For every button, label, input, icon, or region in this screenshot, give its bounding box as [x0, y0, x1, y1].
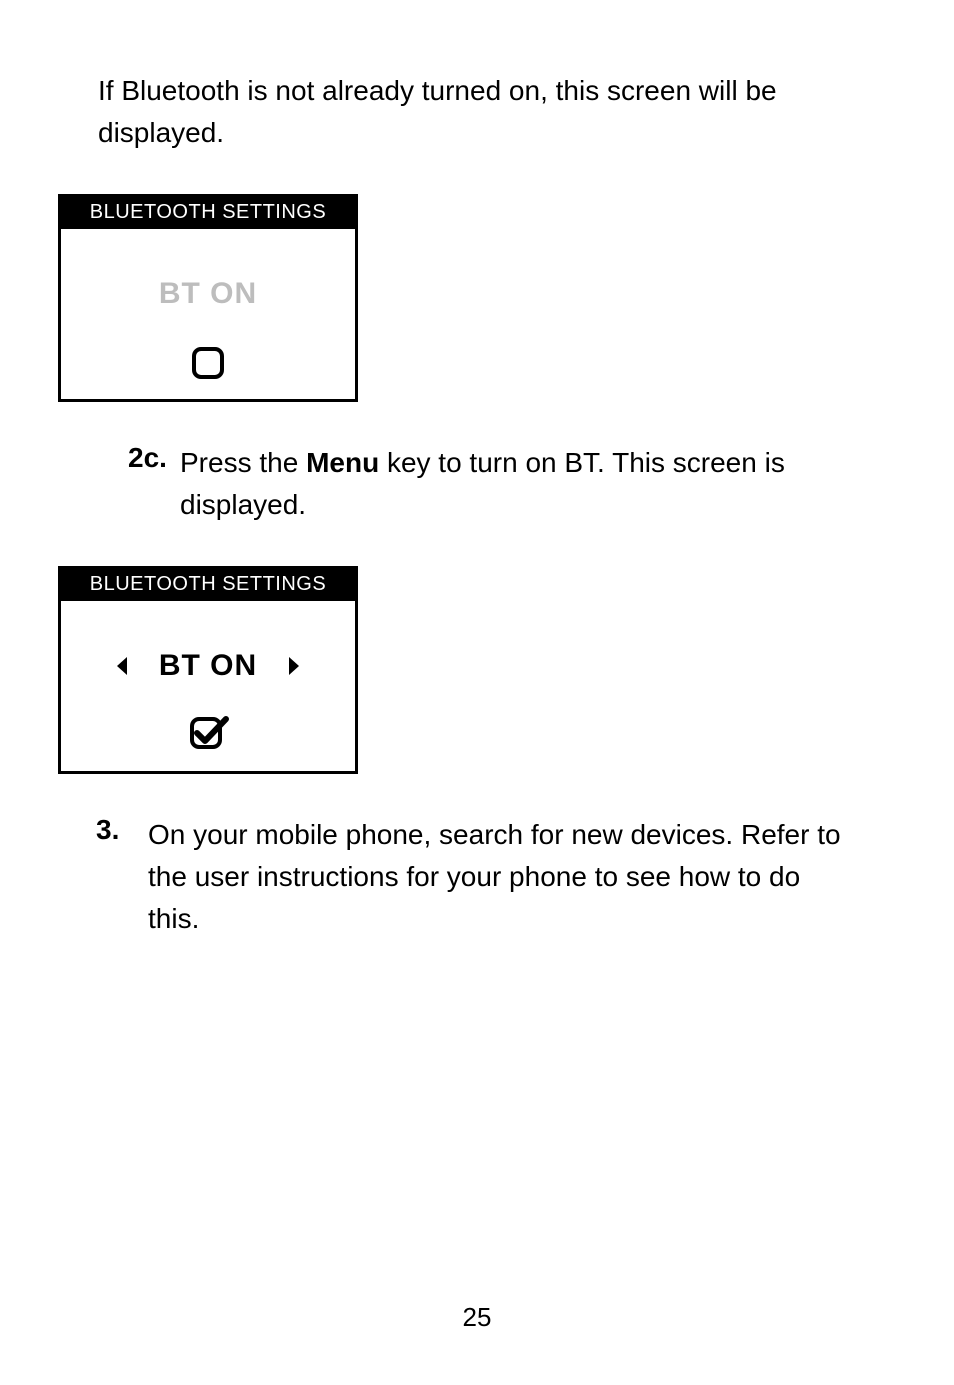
intro-paragraph: If Bluetooth is not already turned on, t…	[98, 70, 856, 154]
screen-header: BLUETOOTH SETTINGS	[61, 569, 355, 601]
checkbox-checked-icon	[61, 713, 355, 759]
checkbox-unchecked-icon	[61, 345, 355, 387]
screen-body: BT ON	[61, 601, 355, 771]
bt-on-label-active: BT ON	[159, 649, 257, 683]
bt-on-label-inactive: BT ON	[61, 277, 355, 311]
step-number: 3.	[96, 814, 148, 940]
step-2c: 2c. Press the Menu key to turn on BT. Th…	[128, 442, 856, 526]
page-number: 25	[0, 1302, 954, 1333]
screen-header: BLUETOOTH SETTINGS	[61, 197, 355, 229]
arrow-left-icon	[115, 655, 129, 677]
step-text: Press the Menu key to turn on BT. This s…	[180, 442, 856, 526]
step-number: 2c.	[128, 442, 180, 526]
device-screen-bt-off: BLUETOOTH SETTINGS BT ON	[58, 194, 358, 402]
arrow-right-icon	[287, 655, 301, 677]
device-screen-bt-on: BLUETOOTH SETTINGS BT ON	[58, 566, 358, 774]
screen-body: BT ON	[61, 229, 355, 399]
step-text-bold: Menu	[306, 447, 379, 478]
step-text: On your mobile phone, search for new dev…	[148, 814, 856, 940]
step-3: 3. On your mobile phone, search for new …	[96, 814, 856, 940]
step-text-pre: Press the	[180, 447, 306, 478]
